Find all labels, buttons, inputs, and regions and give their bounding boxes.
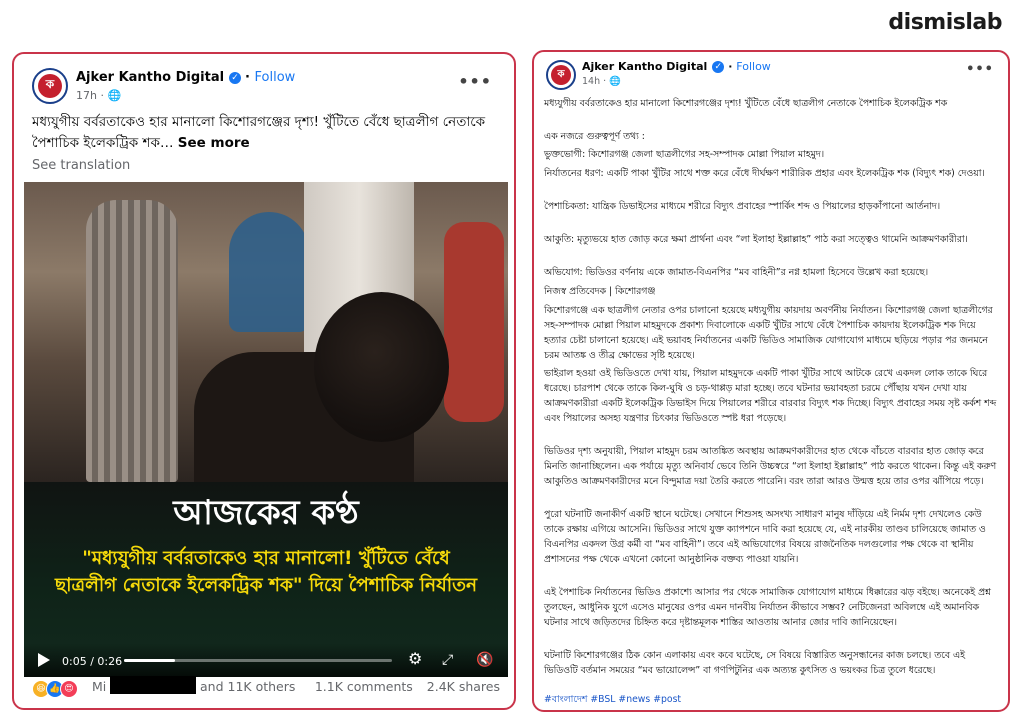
globe-icon: 🌐 [609,76,622,87]
video-time: 0:05 / 0:26 [62,655,123,668]
redaction-box [110,676,196,694]
post-meta: 14h · 🌐 [582,76,621,87]
right-post-card: ক Ajker Kantho Digital ✓ · Follow 14h · 🌐 … [532,50,1010,712]
page-name[interactable]: Ajker Kantho Digital [76,70,224,85]
hashtags[interactable]: #বাংলাদেশ #BSL #news #post [544,692,1000,707]
page-avatar-mark: ক [551,65,571,85]
post-text: মধ্যযুগীয় বর্বরতাকেও হার মানালো কিশোরগঞ… [32,112,498,154]
overlay-quote: "মধ্যযুগীয় বর্বরতাকেও হার মানালো! খুঁটি… [54,548,478,596]
globe-icon: 🌐 [107,89,122,102]
post-body: মধ্যযুগীয় বর্বরতাকেও হার মানালো কিশোরগঞ… [32,114,486,151]
post-paragraph: ঘটনাটি কিশোরগঞ্জের ঠিক কোন এলাকায় এবং ক… [544,650,965,676]
follow-button[interactable]: Follow [255,70,296,85]
post-paragraph: এক নজরে গুরুত্বপূর্ণ তথ্য : [544,131,645,142]
left-post-card: ক Ajker Kantho Digital ✓ · Follow 17h · 🌐 … [12,52,516,710]
post-paragraph: অভিযোগ: ভিডিওর বর্ণনায় একে জামাত-বিএনপি… [544,267,929,278]
post-paragraph: নির্যাতনের ধরণ: একটি পাকা খুঁটির সাথে শক… [544,168,985,179]
post-paragraph: পুরো ঘটনাটি জনাকীর্ণ একটি স্থানে ঘটেছে। … [544,509,986,565]
reactions-count[interactable]: and 11K others [200,679,295,694]
post-time[interactable]: 14h · [582,76,609,87]
video-controls: 0:05 / 0:26 ⚙ ⤢ 🔇 [24,643,508,677]
post-paragraph: কিশোরগঞ্জে এক ছাত্রলীগ নেতার ওপর চালানো … [544,305,993,361]
bystander-figure [229,212,309,332]
video-progress-fill [124,659,175,662]
post-paragraph: পৈশাচিকতা: যান্ত্রিক ডিভাইসের মাধ্যমে শর… [544,201,941,212]
post-paragraph: এই পৈশাচিক নির্যাতনের ভিডিও প্রকাশ্যে আস… [544,587,991,628]
reactor-name[interactable]: Mi [92,679,106,694]
post-paragraph: মধ্যযুগীয় বর্বরতাকেও হার মানালো কিশোরগঞ… [544,98,948,109]
overlay-title: আজকের কণ্ঠ [173,493,359,533]
verified-badge-icon: ✓ [229,71,242,84]
bystander-figure [86,200,178,482]
video-player[interactable]: আজকের কণ্ঠ "মধ্যযুগীয় বর্বরতাকেও হার মা… [24,182,508,677]
play-icon[interactable] [38,653,50,667]
gear-icon[interactable]: ⚙ [408,649,422,668]
reaction-icons[interactable]: 😆 👍 😍 [32,679,78,698]
page-avatar-mark: ক [38,74,62,98]
post-time[interactable]: 17h · [76,89,107,102]
post-paragraph: ভিডিওর দৃশ্য অনুযায়ী, পিয়াল মাহমুদ চরম… [544,446,997,487]
shares-count[interactable]: 2.4K shares [427,679,500,694]
mute-icon[interactable]: 🔇 [476,652,493,668]
bystander-figure [444,222,504,422]
more-options-icon[interactable]: ••• [966,62,994,77]
page-name-row: Ajker Kantho Digital ✓ · Follow [76,70,296,85]
comments-count[interactable]: 1.1K comments [315,679,413,694]
post-paragraph: নিজস্ব প্রতিবেদক | কিশোরগঞ্জ [544,286,656,297]
video-progress-bar[interactable] [124,659,392,662]
see-more-link[interactable]: See more [178,135,250,151]
victim-head [314,292,449,442]
page-avatar[interactable]: ক [32,68,68,104]
page-name[interactable]: Ajker Kantho Digital [582,60,707,73]
see-translation-link[interactable]: See translation [32,158,130,173]
brand-logo: dismislab [888,10,1002,35]
page-name-row: Ajker Kantho Digital ✓ · Follow [582,60,771,73]
follow-button[interactable]: Follow [736,60,771,73]
post-footer: 😆 👍 😍 Mi and 11K others 1.1K comments 2.4K… [24,676,504,700]
post-paragraph: ভুক্তভোগী: কিশোরগঞ্জ জেলা ছাত্রলীগের সহ-… [544,149,825,160]
video-frame [24,182,508,482]
love-reaction-icon: 😍 [60,680,78,698]
fullscreen-icon[interactable]: ⤢ [442,652,453,668]
page-avatar[interactable]: ক [546,60,576,90]
post-meta: 17h · 🌐 [76,89,121,102]
engagement-counts: 1.1K comments 2.4K shares [305,679,500,694]
post-paragraph: ভাইরাল হওয়া ওই ভিডিওতে দেখা যায়, পিয়া… [544,368,997,424]
more-options-icon[interactable]: ••• [458,72,492,91]
verified-badge-icon: ✓ [712,61,725,73]
post-paragraph: আকুতি: মৃত্যুভয়ে হাত জোড় করে ক্ষমা প্র… [544,234,968,245]
